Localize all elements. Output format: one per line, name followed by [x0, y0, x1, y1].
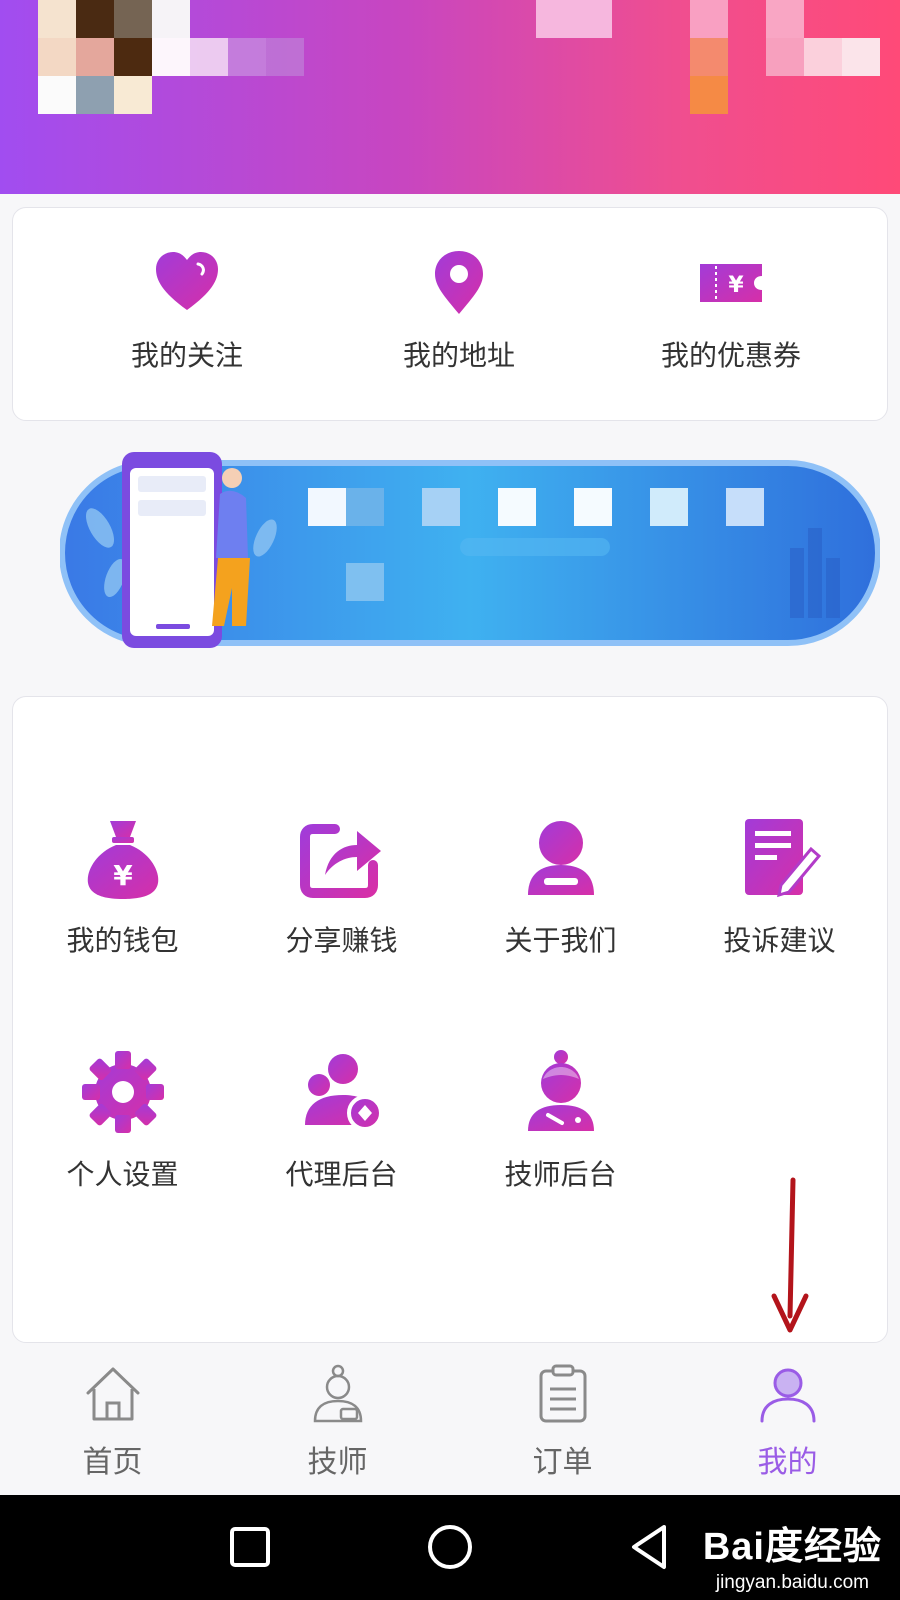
- agent-icon: [304, 1054, 383, 1131]
- svg-text:¥: ¥: [728, 273, 744, 298]
- technician-icon: [527, 1050, 594, 1131]
- tab-orders[interactable]: 订单: [450, 1363, 675, 1483]
- clipboard-icon: [539, 1364, 586, 1423]
- menu-item-about-us[interactable]: 关于我们: [451, 815, 670, 965]
- menu-item-settings[interactable]: 个人设置: [13, 1049, 232, 1199]
- home-circle-icon[interactable]: [420, 1517, 480, 1577]
- heart-icon: [156, 252, 218, 310]
- my-address-label: 我的地址: [402, 339, 515, 372]
- my-address-button[interactable]: 我的地址: [319, 248, 599, 388]
- tab-orders-label: 订单: [532, 1445, 593, 1480]
- menu-item-technician-backend[interactable]: 技师后台: [451, 1049, 670, 1199]
- person-icon: [527, 821, 594, 895]
- my-follows-button[interactable]: 我的关注: [47, 248, 327, 388]
- svg-text:¥: ¥: [113, 859, 133, 892]
- baidu-watermark: Bai度经验 jingyan.baidu.com: [703, 1515, 882, 1594]
- menu-item-complaints-label: 投诉建议: [723, 924, 836, 957]
- watermark-logo: Bai度经验: [702, 1526, 882, 1568]
- menu-item-share-earn-label: 分享赚钱: [285, 924, 398, 957]
- bottom-tab-bar: 首页 技师 订单 我的: [0, 1343, 900, 1495]
- tab-home[interactable]: 首页: [0, 1363, 225, 1483]
- promo-banner[interactable]: [60, 448, 880, 658]
- menu-item-share-earn[interactable]: 分享赚钱: [232, 815, 451, 965]
- menu-item-wallet[interactable]: ¥ 我的钱包: [13, 815, 232, 965]
- my-coupons-button[interactable]: ¥ 我的优惠券: [591, 248, 871, 388]
- home-icon: [86, 1367, 139, 1421]
- technician-icon: [313, 1364, 362, 1423]
- profile-header: [0, 0, 900, 194]
- watermark-url: jingyan.baidu.com: [715, 1572, 869, 1593]
- menu-item-technician-backend-label: 技师后台: [504, 1158, 617, 1191]
- tab-mine[interactable]: 我的: [675, 1363, 900, 1483]
- quick-links-card: 我的关注 我的地址 ¥ 我的优惠券: [12, 207, 888, 421]
- tab-mine-label: 我的: [757, 1445, 818, 1480]
- tab-home-label: 首页: [82, 1445, 143, 1480]
- gear-icon: [81, 1051, 164, 1133]
- menu-item-agent-backend-label: 代理后台: [285, 1158, 398, 1191]
- recent-apps-icon[interactable]: [220, 1517, 280, 1577]
- annotation-arrow: [771, 1177, 809, 1333]
- my-follows-label: 我的关注: [130, 339, 243, 372]
- share-icon: [299, 824, 381, 898]
- my-coupons-label: 我的优惠券: [660, 339, 801, 372]
- menu-item-wallet-label: 我的钱包: [66, 924, 179, 957]
- menu-item-agent-backend[interactable]: 代理后台: [232, 1049, 451, 1199]
- edit-note-icon: [744, 819, 821, 898]
- menu-item-complaints[interactable]: 投诉建议: [670, 815, 889, 965]
- menu-item-about-us-label: 关于我们: [504, 924, 617, 957]
- money-bag-icon: ¥: [87, 821, 158, 899]
- system-navigation-bar: Bai度经验 jingyan.baidu.com: [0, 1495, 900, 1600]
- tab-technician[interactable]: 技师: [225, 1363, 450, 1483]
- back-triangle-icon[interactable]: [620, 1517, 680, 1577]
- menu-item-settings-label: 个人设置: [66, 1158, 179, 1191]
- tab-technician-label: 技师: [307, 1445, 368, 1480]
- coupon-icon: ¥: [700, 264, 762, 302]
- location-pin-icon: [435, 251, 483, 314]
- service-menu-card: ¥ 我的钱包 分享赚钱 关于我们 投诉建议 个人设置 代理后台 技师后台: [12, 696, 888, 1343]
- user-icon: [760, 1368, 815, 1423]
